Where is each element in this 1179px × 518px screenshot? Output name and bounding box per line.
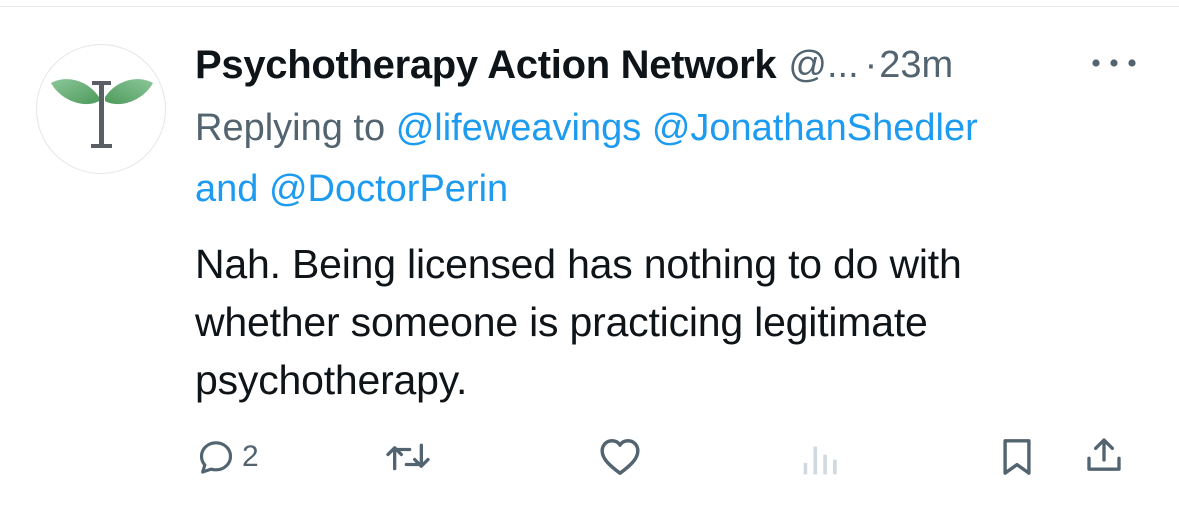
mention-link[interactable]: @lifeweavings: [396, 107, 642, 149]
replying-to-context: Replying to @lifeweavings @JonathanShedl…: [195, 98, 1155, 220]
retweet-icon: [386, 443, 430, 471]
views-button[interactable]: [800, 440, 840, 476]
mention-link[interactable]: @JonathanShedler: [652, 107, 978, 149]
more-horizontal-icon: [1092, 59, 1136, 67]
reply-count: 2: [242, 440, 259, 473]
reply-icon: [199, 441, 233, 474]
tweet-header: Psychotherapy Action Network @... · 23m: [195, 38, 953, 92]
top-divider: [0, 6, 1179, 7]
heart-icon: [600, 439, 640, 475]
share-icon: [1087, 438, 1121, 471]
like-button[interactable]: [598, 436, 642, 476]
tweet-text-line: Nah. Being licensed has nothing to do wi…: [195, 241, 962, 287]
bookmark-button[interactable]: [1000, 436, 1034, 478]
tweet-text-line: whether someone is practicing legitimate: [195, 299, 928, 345]
dot-separator: ·: [864, 43, 878, 86]
tweet-text-line: psychotherapy.: [195, 357, 468, 403]
bookmark-icon: [1003, 439, 1031, 475]
avatar[interactable]: [36, 44, 166, 174]
sprout-logo-icon: [51, 79, 153, 148]
mention-link[interactable]: @DoctorPerin: [269, 168, 508, 210]
retweet-button[interactable]: [384, 437, 432, 477]
more-button[interactable]: [1086, 50, 1142, 76]
reply-button[interactable]: 2: [196, 437, 259, 477]
replying-prefix: Replying to: [195, 107, 386, 149]
share-button[interactable]: [1084, 434, 1124, 476]
mention-conjunction: and: [195, 168, 259, 210]
display-name[interactable]: Psychotherapy Action Network: [195, 43, 777, 88]
analytics-icon: [803, 446, 837, 475]
tweet-body: Nah. Being licensed has nothing to do wi…: [195, 235, 1155, 409]
author-handle[interactable]: @...: [788, 44, 858, 87]
timestamp[interactable]: 23m: [879, 44, 953, 87]
